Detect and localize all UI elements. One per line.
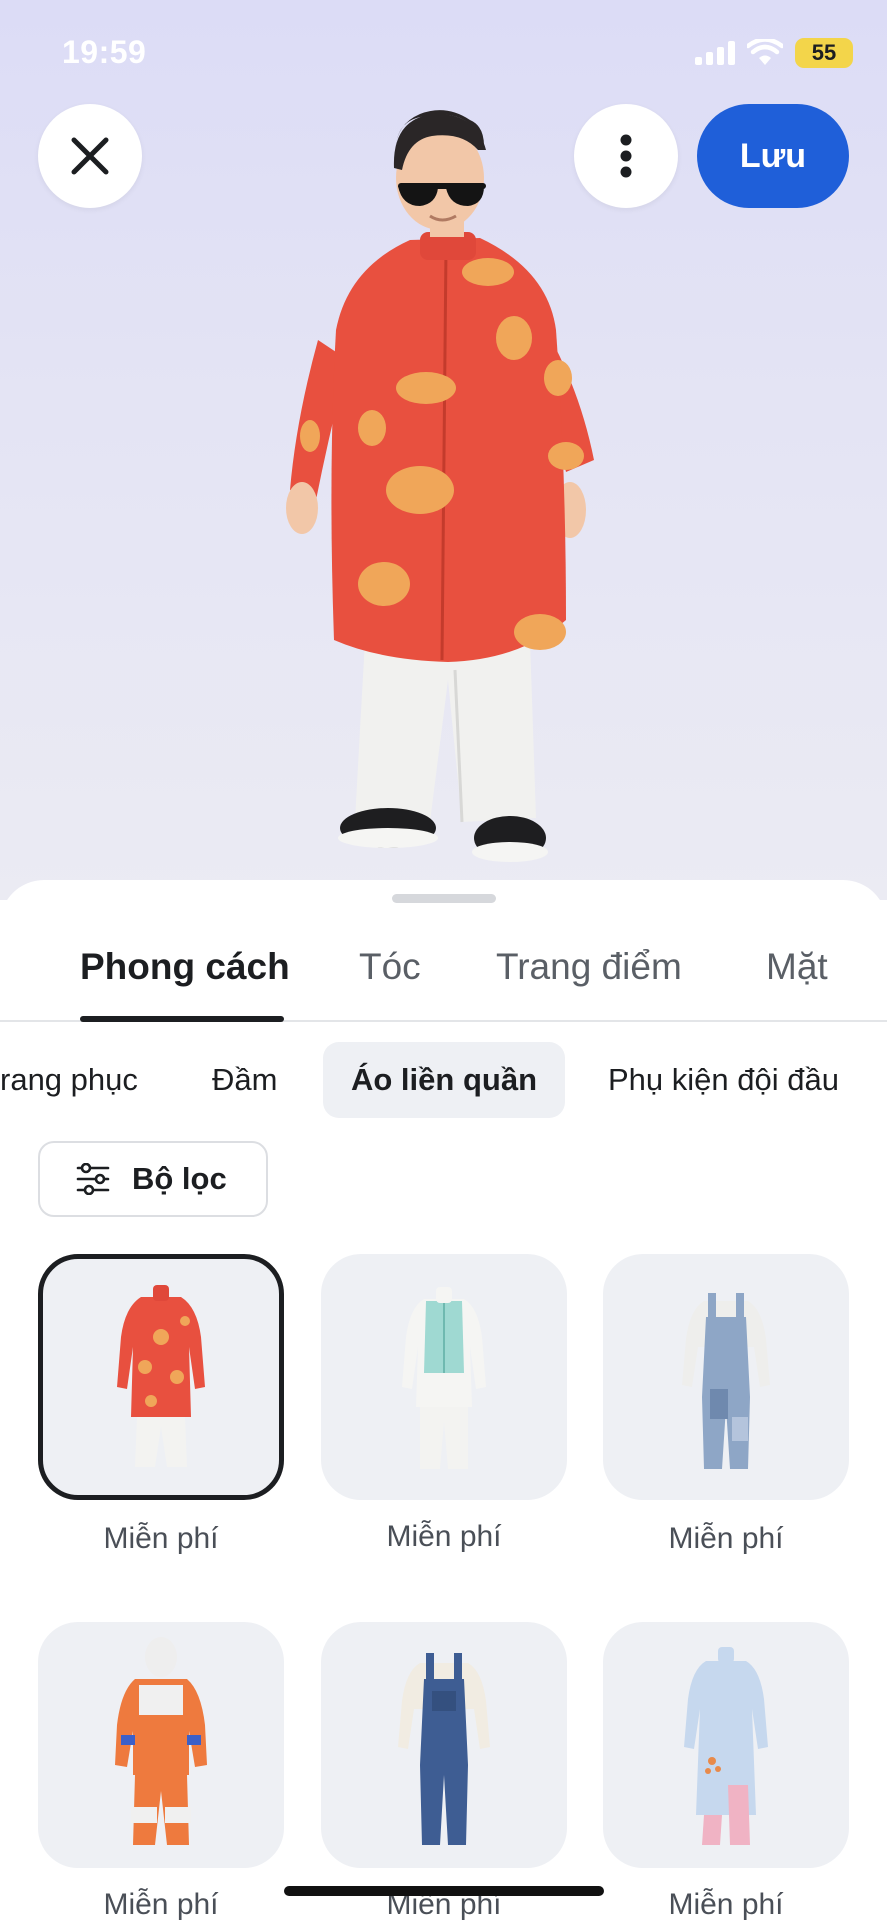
outfit-item[interactable] xyxy=(38,1622,284,1868)
denim-overalls-thumbnail xyxy=(398,1653,490,1845)
red-ao-dai-thumbnail xyxy=(117,1285,205,1467)
outfit-item[interactable] xyxy=(321,1622,567,1868)
item-price-label: Miễn phí xyxy=(103,1522,219,1555)
filter-label: Bộ lọc xyxy=(132,1161,227,1196)
item-price-label: Miễn phí xyxy=(668,1522,784,1555)
avatar-preview: 19:59 55 Lưu xyxy=(0,0,887,900)
status-bar: 19:59 55 xyxy=(0,0,887,110)
item-price-label: Miễn phí xyxy=(386,1520,502,1553)
save-button[interactable]: Lưu xyxy=(697,104,849,208)
battery-indicator: 55 xyxy=(795,38,853,68)
cellular-signal-icon xyxy=(695,41,735,65)
main-tabs: Phong cách Tóc Trang điểm Mặt xyxy=(0,940,887,1022)
outfit-item[interactable] xyxy=(38,1254,284,1500)
astronaut-suit-thumbnail xyxy=(115,1637,207,1845)
sheet-drag-handle[interactable] xyxy=(392,894,496,903)
status-icons: 55 xyxy=(695,38,853,68)
more-vertical-icon xyxy=(620,134,632,178)
item-price-label: Miễn phí xyxy=(668,1888,784,1920)
close-button[interactable] xyxy=(38,104,142,208)
tab-style[interactable]: Phong cách xyxy=(80,940,290,1022)
status-time: 19:59 xyxy=(62,34,147,70)
tab-hair[interactable]: Tóc xyxy=(359,940,421,1022)
more-options-button[interactable] xyxy=(574,104,678,208)
filter-button[interactable]: Bộ lọc xyxy=(38,1141,268,1217)
wifi-icon xyxy=(747,39,783,65)
home-indicator[interactable] xyxy=(284,1886,604,1896)
sliders-icon xyxy=(76,1163,110,1195)
tab-makeup[interactable]: Trang điểm xyxy=(496,940,682,1022)
tab-face[interactable]: Mặt xyxy=(766,940,828,1022)
category-dresses[interactable]: Đầm xyxy=(212,1042,277,1118)
outfit-item[interactable] xyxy=(321,1254,567,1500)
outfit-item[interactable] xyxy=(603,1622,849,1868)
category-chips: rang phục Đầm Áo liền quần Phụ kiện đội … xyxy=(0,1042,887,1118)
close-icon xyxy=(71,137,109,175)
light-blue-ao-dai-thumbnail xyxy=(684,1647,768,1845)
teal-vest-suit-thumbnail xyxy=(402,1287,486,1469)
customization-sheet: Phong cách Tóc Trang điểm Mặt rang phục … xyxy=(0,880,887,1920)
patched-overalls-thumbnail xyxy=(682,1293,770,1469)
battery-level: 55 xyxy=(811,40,837,65)
outfit-item[interactable] xyxy=(603,1254,849,1500)
active-tab-indicator xyxy=(80,1016,284,1022)
category-jumpsuits[interactable]: Áo liền quần xyxy=(323,1042,565,1118)
category-headwear[interactable]: Phụ kiện đội đầu xyxy=(608,1042,839,1118)
item-price-label: Miễn phí xyxy=(103,1888,219,1920)
category-outfits[interactable]: rang phục xyxy=(0,1042,138,1118)
